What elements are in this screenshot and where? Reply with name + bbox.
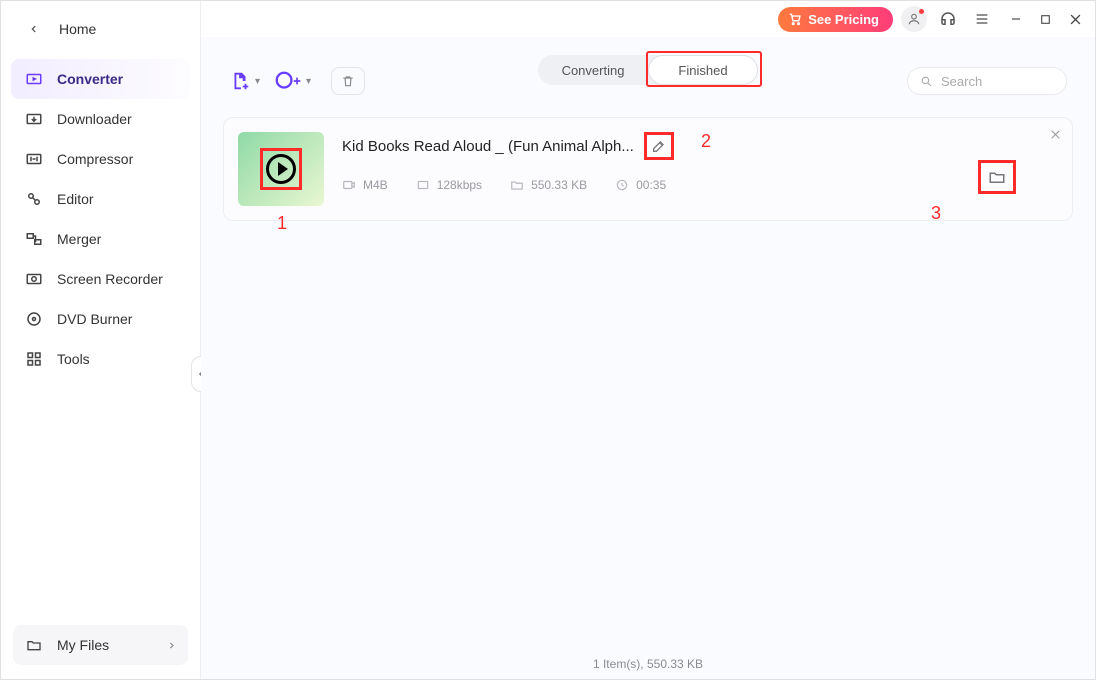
nav-dvd-burner[interactable]: DVD Burner bbox=[11, 299, 190, 339]
edit-icon bbox=[651, 138, 667, 154]
nav-item-label: Compressor bbox=[57, 151, 133, 167]
my-files-button[interactable]: My Files bbox=[13, 625, 188, 665]
nav-screen-recorder[interactable]: Screen Recorder bbox=[11, 259, 190, 299]
chevron-right-icon bbox=[167, 641, 176, 650]
annotation-box bbox=[644, 132, 674, 160]
add-url-button[interactable]: ▾ bbox=[274, 70, 311, 92]
item-bitrate: 128kbps bbox=[416, 178, 482, 192]
sidebar: Home Converter Downloader Compressor Edi… bbox=[1, 1, 201, 679]
annotation-box bbox=[978, 160, 1016, 194]
tab-finished[interactable]: Finished bbox=[648, 55, 758, 85]
chevron-left-icon bbox=[25, 20, 43, 38]
search-input[interactable]: Search bbox=[907, 67, 1067, 95]
window-maximize-button[interactable] bbox=[1039, 13, 1052, 26]
cart-icon bbox=[788, 12, 802, 26]
nav-item-label: Downloader bbox=[57, 111, 132, 127]
search-icon bbox=[920, 75, 933, 88]
footer-summary: 1 Item(s), 550.33 KB bbox=[201, 657, 1095, 671]
nav-merger[interactable]: Merger bbox=[11, 219, 190, 259]
item-title: Kid Books Read Aloud _ (Fun Animal Alph.… bbox=[342, 138, 634, 155]
trash-icon bbox=[341, 74, 355, 88]
editor-icon bbox=[25, 190, 43, 208]
nav-editor[interactable]: Editor bbox=[11, 179, 190, 219]
video-icon bbox=[342, 178, 356, 192]
nav-item-label: Screen Recorder bbox=[57, 271, 163, 287]
see-pricing-button[interactable]: See Pricing bbox=[778, 7, 893, 32]
dvd-icon bbox=[25, 310, 43, 328]
nav-converter[interactable]: Converter bbox=[11, 59, 190, 99]
account-icon[interactable] bbox=[901, 6, 927, 32]
add-file-icon bbox=[229, 70, 251, 92]
remove-item-button[interactable] bbox=[1049, 128, 1062, 141]
chevron-down-icon: ▾ bbox=[306, 76, 311, 87]
item-size: 550.33 KB bbox=[510, 178, 587, 192]
nav-item-label: Merger bbox=[57, 231, 101, 247]
nav-item-label: Editor bbox=[57, 191, 94, 207]
quality-icon bbox=[416, 178, 430, 192]
window-close-button[interactable] bbox=[1068, 12, 1083, 27]
close-icon bbox=[1049, 128, 1062, 141]
folder-icon bbox=[25, 636, 43, 654]
nav-tools[interactable]: Tools bbox=[11, 339, 190, 379]
result-item: Kid Books Read Aloud _ (Fun Animal Alph.… bbox=[223, 117, 1073, 221]
nav-home[interactable]: Home bbox=[11, 9, 190, 49]
converter-icon bbox=[25, 70, 43, 88]
nav-home-label: Home bbox=[59, 21, 96, 37]
recorder-icon bbox=[25, 270, 43, 288]
delete-button[interactable] bbox=[331, 67, 365, 95]
tab-converting[interactable]: Converting bbox=[538, 55, 648, 85]
add-file-button[interactable]: ▾ bbox=[229, 70, 260, 92]
folder-icon bbox=[988, 168, 1006, 186]
nav-item-label: DVD Burner bbox=[57, 311, 132, 327]
window-minimize-button[interactable] bbox=[1009, 12, 1023, 26]
item-thumbnail[interactable] bbox=[238, 132, 324, 206]
play-icon bbox=[266, 154, 296, 184]
nav-compressor[interactable]: Compressor bbox=[11, 139, 190, 179]
nav-item-label: Converter bbox=[57, 71, 123, 87]
open-folder-button[interactable] bbox=[988, 168, 1006, 186]
item-format: M4B bbox=[342, 178, 388, 192]
item-duration: 00:35 bbox=[615, 178, 666, 192]
merger-icon bbox=[25, 230, 43, 248]
compressor-icon bbox=[25, 150, 43, 168]
folder-icon bbox=[510, 178, 524, 192]
status-tabs: Converting Finished bbox=[538, 55, 758, 85]
tools-icon bbox=[25, 350, 43, 368]
support-icon[interactable] bbox=[935, 6, 961, 32]
see-pricing-label: See Pricing bbox=[808, 12, 879, 27]
clock-icon bbox=[615, 178, 629, 192]
menu-icon[interactable] bbox=[969, 6, 995, 32]
nav-downloader[interactable]: Downloader bbox=[11, 99, 190, 139]
nav-item-label: Tools bbox=[57, 351, 90, 367]
rename-button[interactable] bbox=[651, 138, 667, 154]
search-placeholder: Search bbox=[941, 74, 982, 89]
my-files-label: My Files bbox=[57, 637, 109, 653]
downloader-icon bbox=[25, 110, 43, 128]
chevron-down-icon: ▾ bbox=[255, 76, 260, 87]
